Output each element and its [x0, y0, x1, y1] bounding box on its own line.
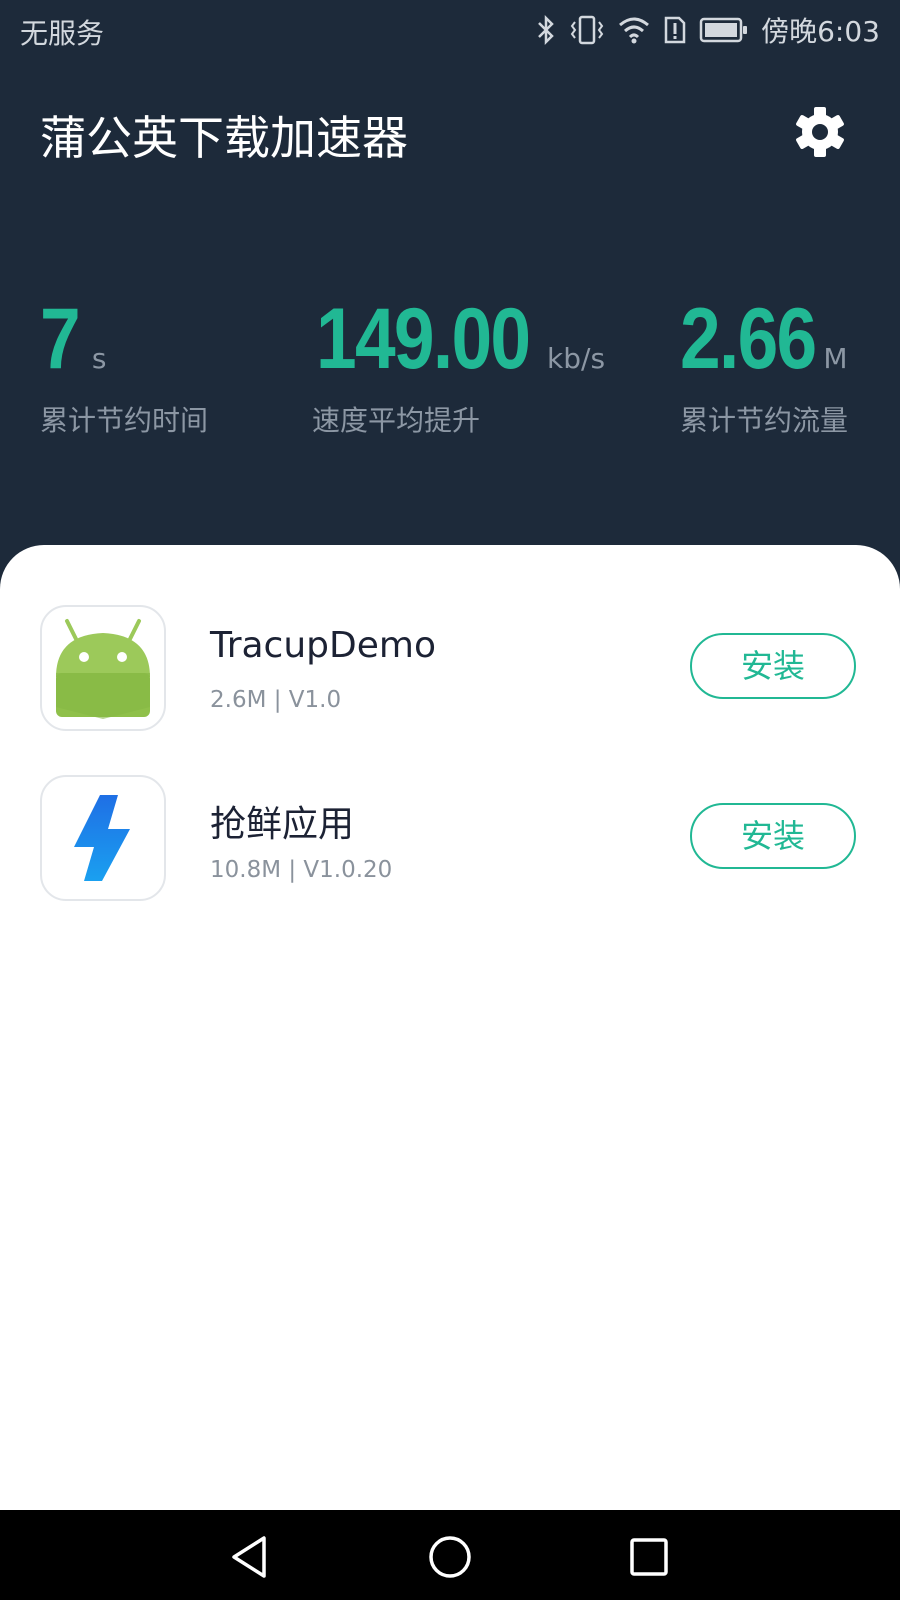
recents-button[interactable] — [624, 1532, 674, 1582]
app-title: 蒲公英下载加速器 — [40, 111, 408, 165]
stat-value: 2.66 — [680, 291, 817, 387]
list-item[interactable]: 抢鲜应用 10.8M | V1.0.20 安装 — [0, 775, 900, 905]
stat-value: 7 — [40, 291, 81, 387]
stat-saved-time: 7 s 累计节约时间 — [40, 290, 208, 439]
stat-saved-data: 2.66 M 累计节约流量 — [680, 290, 848, 439]
app-name: 抢鲜应用 — [210, 804, 355, 845]
status-icons: 傍晚6:03 — [535, 10, 880, 50]
sim-alert-icon — [664, 16, 686, 44]
bluetooth-icon — [538, 14, 554, 46]
stat-label: 累计节约时间 — [40, 404, 209, 437]
app-list-panel: TracupDemo 2.6M | V1.0 安装 抢鲜应用 10.8M | V… — [0, 545, 900, 1510]
app-meta: 2.6M | V1.0 — [210, 687, 342, 713]
clock-text: 傍晚6:03 — [761, 15, 880, 48]
vibrate-icon — [570, 15, 604, 45]
app-name: TracupDemo — [210, 625, 436, 666]
home-button[interactable] — [425, 1532, 475, 1582]
stat-unit: s — [91, 342, 107, 375]
wifi-icon — [619, 17, 650, 44]
stat-speed-boost: 149.00 kb/s 速度平均提升 — [312, 290, 606, 439]
gear-icon — [796, 107, 844, 157]
android-icon — [40, 605, 166, 731]
carrier-text: 无服务 — [20, 17, 105, 50]
lightning-icon — [40, 775, 166, 901]
settings-button[interactable] — [792, 104, 848, 160]
navigation-bar — [0, 1510, 900, 1600]
app-meta: 10.8M | V1.0.20 — [210, 857, 393, 883]
home-icon — [429, 1536, 471, 1578]
stat-label: 累计节约流量 — [680, 404, 849, 437]
stat-value: 149.00 — [316, 291, 531, 387]
status-bar: 无服务 傍晚6:03 — [0, 0, 900, 64]
recents-icon — [630, 1538, 668, 1576]
install-button[interactable]: 安装 — [690, 803, 856, 869]
back-button[interactable] — [226, 1532, 276, 1582]
stat-unit: kb/s — [547, 342, 606, 375]
stat-unit: M — [823, 342, 848, 375]
install-button[interactable]: 安装 — [690, 633, 856, 699]
list-item[interactable]: TracupDemo 2.6M | V1.0 安装 — [0, 605, 900, 735]
battery-icon — [699, 17, 748, 43]
stat-label: 速度平均提升 — [312, 404, 481, 437]
back-icon — [232, 1536, 266, 1578]
